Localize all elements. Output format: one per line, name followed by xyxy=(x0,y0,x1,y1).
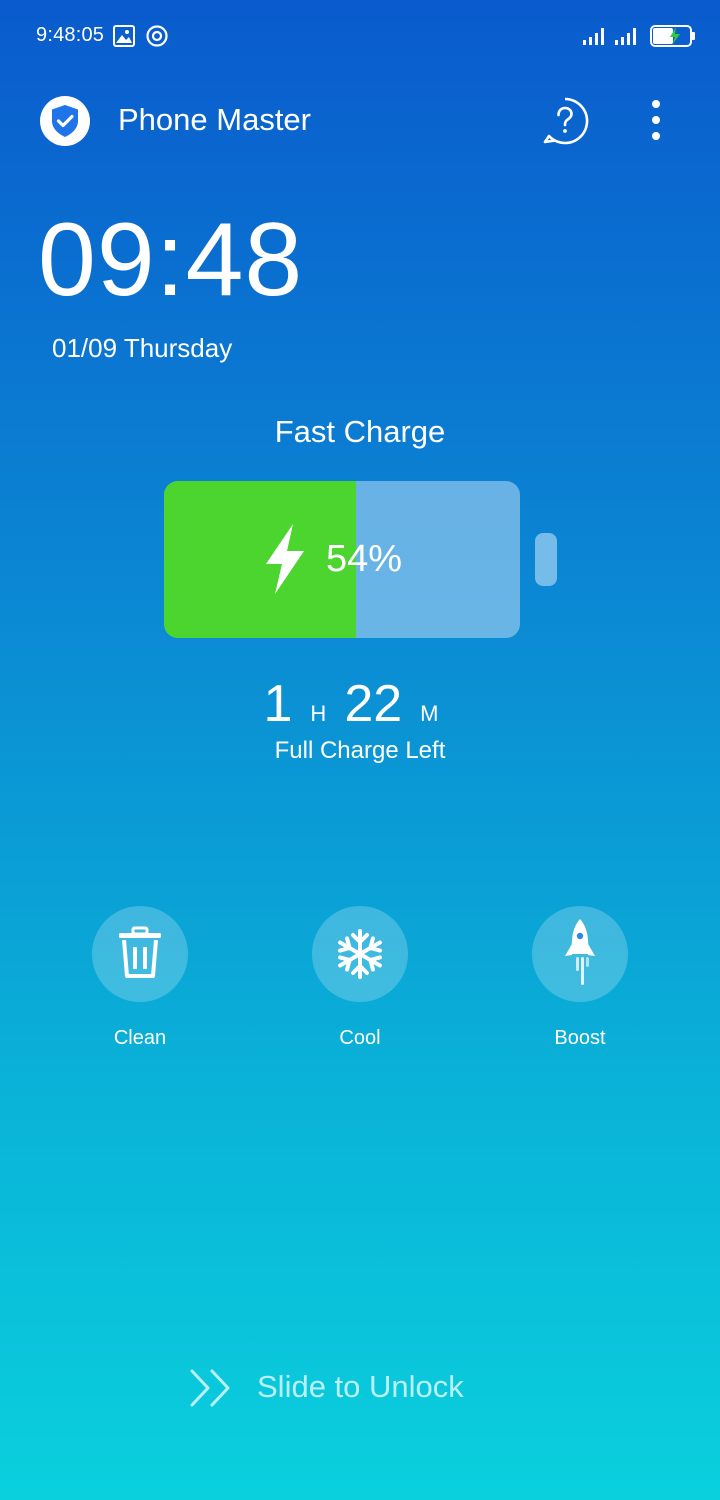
minutes-unit: M xyxy=(420,701,439,726)
status-time: 9:48:05 xyxy=(36,24,105,46)
double-chevron-right-icon xyxy=(190,1369,230,1407)
slide-to-unlock[interactable]: Slide to Unlock xyxy=(188,1364,488,1412)
time-left-label: Full Charge Left xyxy=(274,737,446,764)
boost-button[interactable] xyxy=(532,906,628,1002)
battery-percent: 54% xyxy=(326,538,403,580)
signal-icon xyxy=(583,28,604,45)
app-title: Phone Master xyxy=(118,102,311,137)
hours-unit: H xyxy=(310,701,327,726)
record-icon xyxy=(146,25,168,47)
gallery-icon xyxy=(113,25,135,47)
help-icon[interactable] xyxy=(540,96,590,146)
snowflake-icon xyxy=(338,929,382,979)
clock-date: 01/09 Thursday xyxy=(52,333,233,363)
cool-label: Cool xyxy=(339,1027,381,1049)
shield-check-icon xyxy=(40,96,90,146)
boost-label: Boost xyxy=(554,1027,606,1049)
hours-value: 1 xyxy=(263,675,293,733)
rocket-icon xyxy=(565,919,595,985)
trash-icon xyxy=(119,926,161,978)
battery-charging-icon xyxy=(650,25,695,47)
cool-button[interactable] xyxy=(312,906,408,1002)
slide-to-unlock-label: Slide to Unlock xyxy=(257,1369,464,1404)
lightning-bolt-icon xyxy=(266,524,304,594)
minutes-value: 22 xyxy=(344,675,403,733)
more-vert-icon[interactable] xyxy=(636,96,676,146)
time-left: 1 H 22 M xyxy=(0,674,720,734)
battery-cap xyxy=(535,533,557,586)
clock-time: 09:48 xyxy=(38,202,304,318)
clean-button[interactable] xyxy=(92,906,188,1002)
clean-label: Clean xyxy=(113,1027,167,1049)
signal-icon xyxy=(615,28,636,45)
charge-mode-label: Fast Charge xyxy=(274,414,446,449)
